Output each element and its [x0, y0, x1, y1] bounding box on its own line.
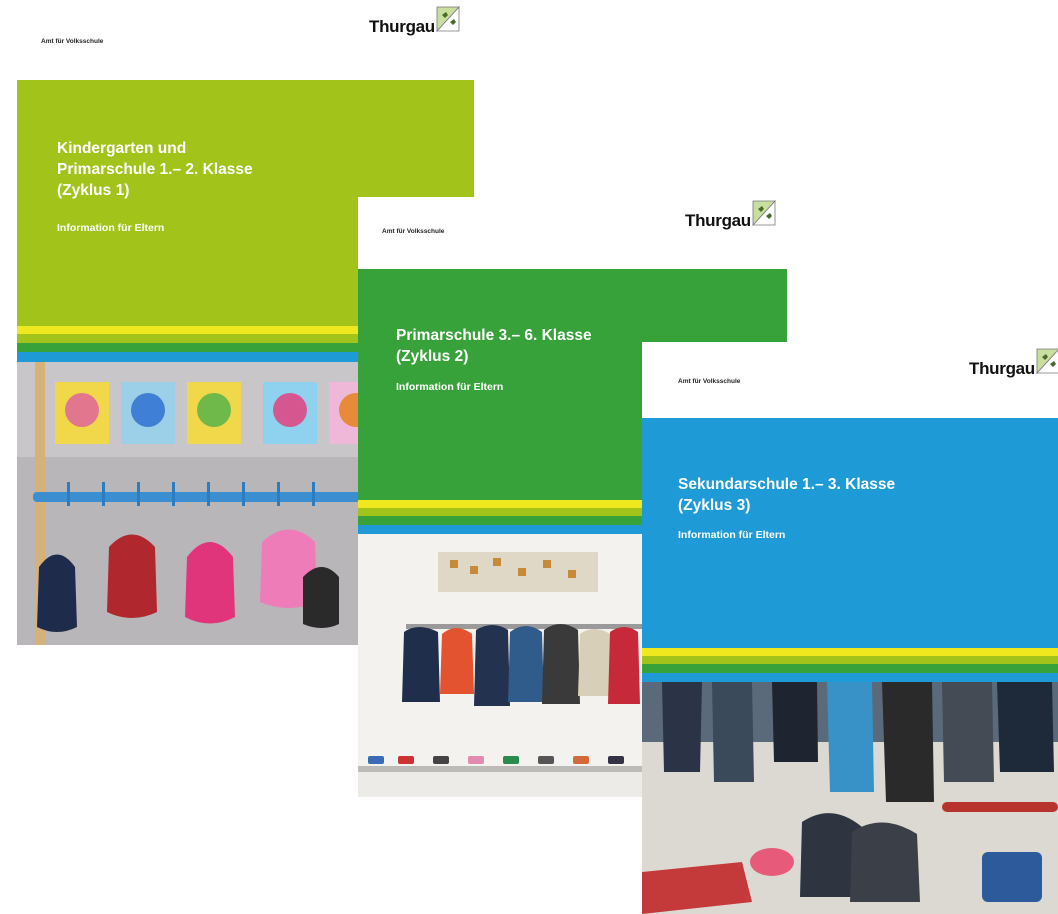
department-label: Amt für Volksschule — [41, 38, 104, 45]
brochure-title: Kindergarten und Primarschule 1.– 2. Kla… — [57, 140, 253, 199]
thurgau-crest-icon — [1035, 348, 1058, 374]
logo-text: Thurgau — [369, 17, 435, 36]
brochure-cycle-3[interactable]: Amt für Volksschule Thurgau Sekundarschu… — [642, 342, 1058, 914]
thurgau-logo: Thurgau — [685, 200, 776, 231]
cover-photo — [642, 682, 1058, 914]
thurgau-logo: Thurgau — [969, 348, 1058, 379]
thurgau-crest-icon — [435, 6, 460, 32]
brochure-subtitle: Information für Eltern — [396, 381, 504, 393]
department-label: Amt für Volksschule — [382, 228, 445, 235]
thurgau-crest-icon — [751, 200, 776, 226]
brochure-title: Primarschule 3.– 6. Klasse (Zyklus 2) — [396, 327, 592, 365]
thurgau-logo: Thurgau — [369, 6, 460, 37]
color-stripes — [642, 648, 1058, 682]
brochure-subtitle: Information für Eltern — [57, 222, 165, 234]
department-label: Amt für Volksschule — [678, 378, 741, 385]
brochure-title: Sekundarschule 1.– 3. Klasse (Zyklus 3) — [678, 476, 896, 514]
logo-text: Thurgau — [685, 211, 751, 230]
logo-text: Thurgau — [969, 359, 1035, 378]
brochure-subtitle: Information für Eltern — [678, 529, 786, 541]
